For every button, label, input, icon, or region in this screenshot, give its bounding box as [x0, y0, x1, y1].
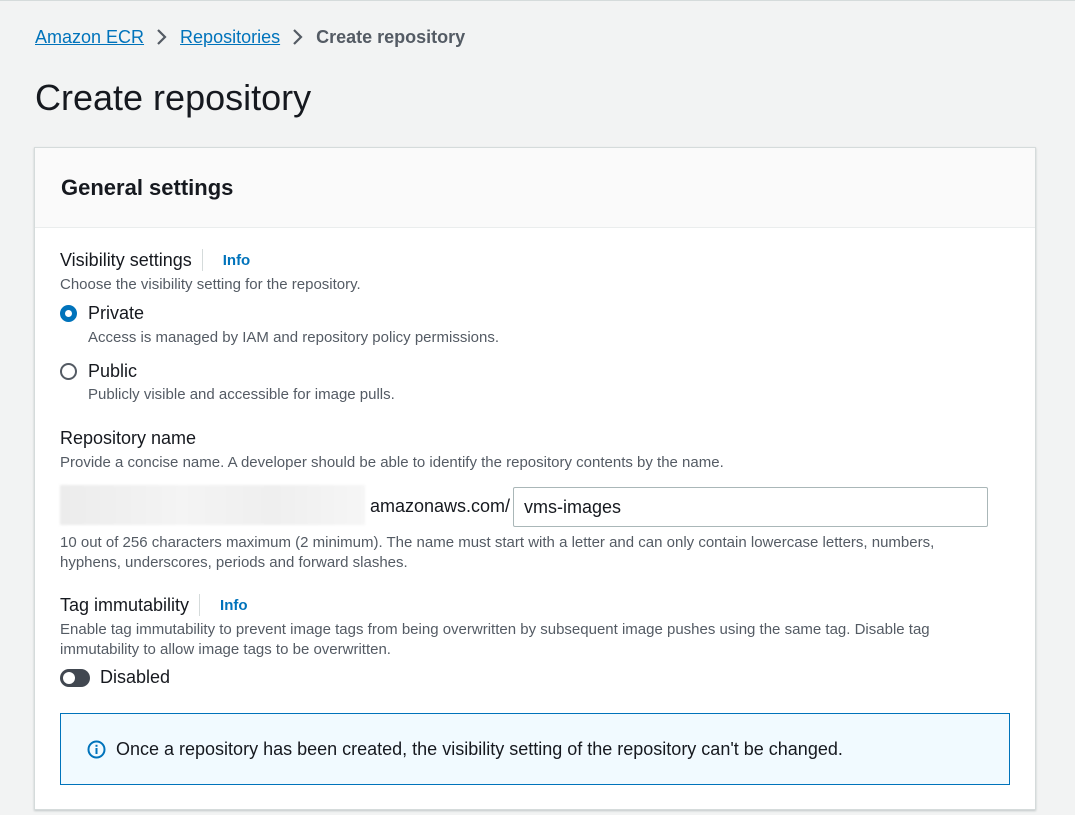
breadcrumb-amazon-ecr-link[interactable]: Amazon ECR	[35, 27, 144, 48]
tag-immutability-label-row: Tag immutability Info	[60, 594, 248, 616]
radio-private-description: Access is managed by IAM and repository …	[88, 329, 500, 346]
repository-name-description: Provide a concise name. A developer shou…	[60, 454, 724, 471]
info-divider	[201, 249, 203, 271]
tag-immutability-label: Tag immutability	[60, 594, 190, 615]
radio-public-button[interactable]	[60, 363, 77, 380]
radio-private[interactable]: Private	[60, 303, 144, 324]
repository-name-constraint-line2: hyphens, underscores, periods and forwar…	[60, 554, 408, 571]
toggle-knob	[63, 671, 75, 684]
chevron-right-icon	[156, 28, 168, 46]
breadcrumb-current: Create repository	[316, 26, 466, 47]
radio-public-description: Publicly visible and accessible for imag…	[88, 386, 395, 403]
radio-private-label: Private	[88, 303, 145, 323]
panel-title: General settings	[61, 174, 234, 200]
tag-immutability-info-link[interactable]: Info	[220, 597, 248, 614]
visibility-description: Choose the visibility setting for the re…	[60, 276, 361, 293]
visibility-label-row: Visibility settings Info	[60, 249, 250, 271]
tag-immutability-toggle-row[interactable]: Disabled	[60, 667, 170, 688]
radio-public[interactable]: Public	[60, 361, 137, 382]
info-circle-icon	[87, 740, 106, 759]
page-title: Create repository	[35, 77, 312, 118]
repository-name-label: Repository name	[60, 428, 197, 448]
radio-private-button[interactable]	[60, 305, 77, 322]
alert-text: Once a repository has been created, the …	[116, 738, 843, 759]
panel-header: General settings	[35, 148, 1035, 228]
tag-immutability-description-line1: Enable tag immutability to prevent image…	[60, 621, 930, 638]
breadcrumb: Amazon ECR Repositories Create repositor…	[35, 25, 465, 49]
radio-public-label: Public	[88, 361, 138, 381]
general-settings-panel: General settings Visibility settings Inf…	[34, 147, 1036, 810]
tag-immutability-toggle[interactable]	[60, 668, 90, 687]
visibility-info-link[interactable]: Info	[223, 252, 251, 269]
chevron-right-icon	[292, 28, 304, 46]
tag-immutability-description-line2: immutability to allow image tags to be o…	[60, 641, 391, 658]
registry-uri-suffix: amazonaws.com/	[370, 496, 511, 516]
tag-immutability-toggle-label: Disabled	[100, 667, 171, 687]
repository-name-constraint-line1: 10 out of 256 characters maximum (2 mini…	[60, 534, 935, 551]
visibility-info-alert: Once a repository has been created, the …	[60, 713, 1010, 785]
breadcrumb-repositories-link[interactable]: Repositories	[180, 27, 280, 48]
repository-name-input[interactable]	[513, 487, 988, 527]
top-border	[0, 0, 1075, 1]
visibility-settings-label: Visibility settings	[60, 249, 192, 270]
registry-uri-prefix-redacted	[60, 485, 365, 525]
info-divider	[199, 594, 201, 616]
